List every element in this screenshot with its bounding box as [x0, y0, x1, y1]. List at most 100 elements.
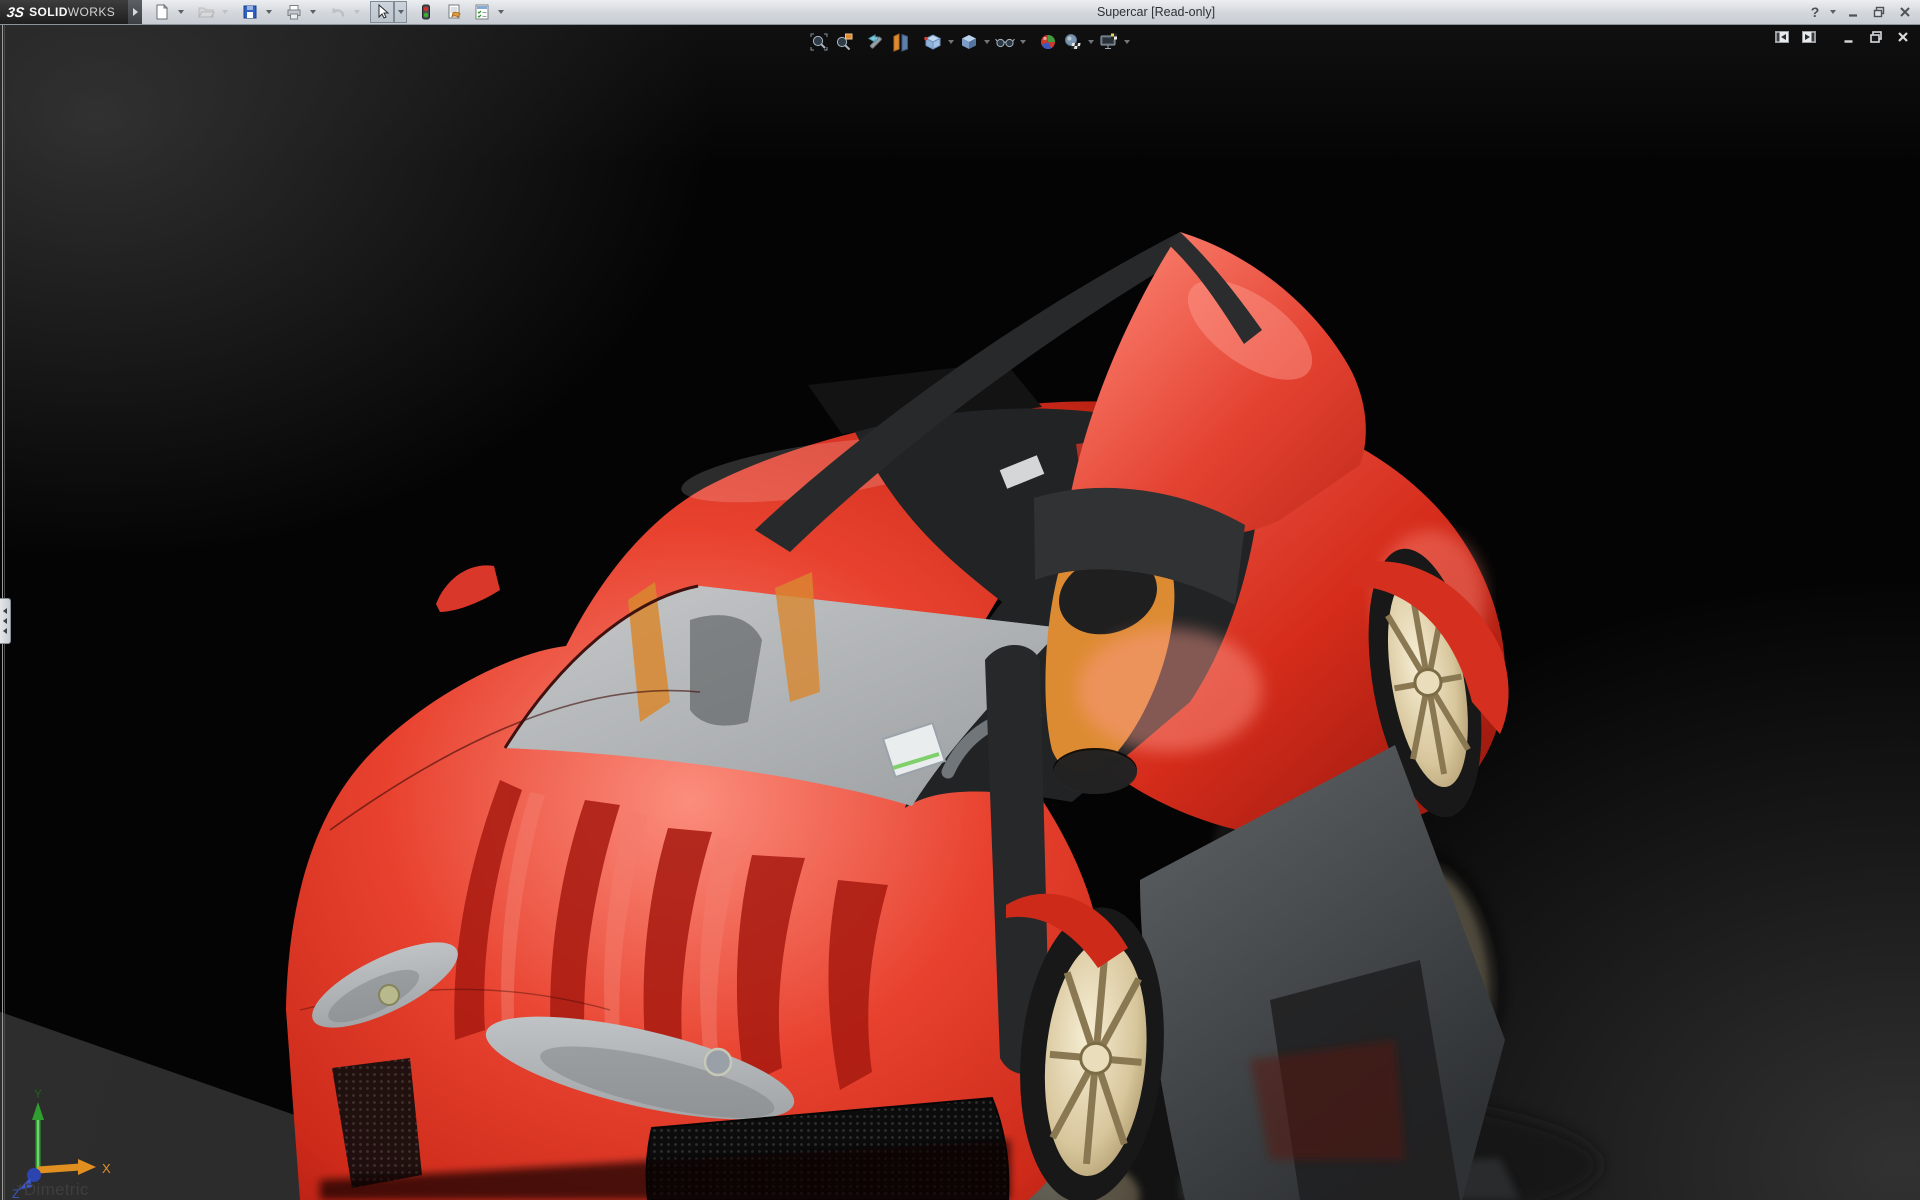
- headsup-view-toolbar: [806, 29, 1132, 54]
- restore-document-button[interactable]: [1867, 28, 1885, 46]
- options-dropdown[interactable]: [494, 1, 507, 23]
- close-document-button[interactable]: [1894, 28, 1912, 46]
- hide-show-items-dropdown[interactable]: [1017, 29, 1028, 54]
- chevron-left-icon: [3, 618, 7, 624]
- y-axis-arrow: [32, 1102, 44, 1120]
- view-settings-icon: [1099, 32, 1119, 52]
- x-axis-label: X: [102, 1161, 111, 1176]
- model-render-supercar: [0, 24, 1920, 1200]
- view-orientation-button[interactable]: [920, 29, 945, 54]
- brand-name-bold: SOLID: [29, 5, 68, 19]
- section-view-button[interactable]: [888, 29, 913, 54]
- help-icon: ?: [1811, 4, 1820, 20]
- chevron-down-icon: [984, 40, 990, 44]
- zoom-to-area-button[interactable]: [831, 29, 856, 54]
- view-orientation-dropdown[interactable]: [945, 29, 956, 54]
- chevron-down-icon: [222, 10, 228, 14]
- open-button[interactable]: [194, 1, 218, 23]
- open-folder-icon: [197, 3, 215, 21]
- options-checklist-icon: [473, 3, 491, 21]
- collapse-pane-left-icon: [1774, 29, 1790, 45]
- save-button[interactable]: [238, 1, 262, 23]
- apply-scene-dropdown[interactable]: [1085, 29, 1096, 54]
- window-controls: ?: [1808, 0, 1915, 24]
- previous-view-icon: [866, 32, 886, 52]
- x-axis-arrow: [78, 1159, 96, 1175]
- select-dropdown[interactable]: [394, 1, 407, 23]
- select-button[interactable]: [370, 1, 394, 23]
- view-orientation-label: *Dimetric: [17, 1180, 89, 1200]
- undo-dropdown[interactable]: [350, 1, 363, 23]
- save-floppy-icon: [241, 3, 259, 21]
- document-title: Supercar [Read-only]: [1097, 0, 1215, 24]
- chevron-down-icon: [1830, 10, 1836, 14]
- graphics-area[interactable]: Y X Z *Dimetric: [0, 24, 1920, 1200]
- chevron-down-icon: [948, 40, 954, 44]
- solidworks-logo: 3S SOLIDWORKS: [0, 0, 128, 24]
- apply-scene-button[interactable]: [1060, 29, 1085, 54]
- chevron-down-icon: [1020, 40, 1026, 44]
- display-style-button[interactable]: [956, 29, 981, 54]
- chevron-left-icon: [3, 608, 7, 614]
- open-dropdown[interactable]: [218, 1, 231, 23]
- minimize-document-button[interactable]: [1840, 28, 1858, 46]
- restore-icon: [1872, 5, 1886, 19]
- collapse-pane-left-button[interactable]: [1773, 28, 1791, 46]
- restore-button[interactable]: [1869, 2, 1889, 22]
- hide-show-items-icon: [995, 32, 1015, 52]
- close-document-icon: [1895, 29, 1911, 45]
- chevron-down-icon: [178, 10, 184, 14]
- minimize-button[interactable]: [1843, 2, 1863, 22]
- options-button[interactable]: [470, 1, 494, 23]
- minimize-document-icon: [1841, 29, 1857, 45]
- new-document-icon: [153, 3, 171, 21]
- view-settings-dropdown[interactable]: [1121, 29, 1132, 54]
- brand-name-light: WORKS: [68, 5, 115, 19]
- help-button[interactable]: ?: [1808, 2, 1822, 22]
- zoom-to-fit-button[interactable]: [806, 29, 831, 54]
- traffic-light-icon: [417, 3, 435, 21]
- hide-show-items-button[interactable]: [992, 29, 1017, 54]
- section-view-icon: [891, 32, 911, 52]
- zoom-to-area-icon: [834, 32, 854, 52]
- undo-arrow-icon: [329, 3, 347, 21]
- view-orientation-icon: [923, 32, 943, 52]
- 3ds-logo-icon: 3S: [6, 4, 25, 20]
- close-button[interactable]: [1895, 2, 1915, 22]
- file-properties-icon: [445, 3, 463, 21]
- previous-view-button[interactable]: [863, 29, 888, 54]
- chevron-down-icon: [498, 10, 504, 14]
- save-dropdown[interactable]: [262, 1, 275, 23]
- new-document-dropdown[interactable]: [174, 1, 187, 23]
- display-style-icon: [959, 32, 979, 52]
- print-dropdown[interactable]: [306, 1, 319, 23]
- apply-scene-icon: [1063, 32, 1083, 52]
- print-button[interactable]: [282, 1, 306, 23]
- chevron-down-icon: [1088, 40, 1094, 44]
- undo-button[interactable]: [326, 1, 350, 23]
- zoom-to-fit-icon: [809, 32, 829, 52]
- new-document-button[interactable]: [150, 1, 174, 23]
- chevron-down-icon: [1124, 40, 1130, 44]
- display-style-dropdown[interactable]: [981, 29, 992, 54]
- printer-icon: [285, 3, 303, 21]
- title-bar: 3S SOLIDWORKS: [0, 0, 1920, 25]
- view-settings-button[interactable]: [1096, 29, 1121, 54]
- chevron-down-icon: [398, 10, 404, 14]
- edit-appearance-button[interactable]: [1035, 29, 1060, 54]
- document-window-controls: [1773, 28, 1912, 46]
- standard-toolbar: [148, 0, 507, 24]
- chevron-right-icon: [133, 8, 138, 16]
- feature-manager-collapsed-tab[interactable]: [0, 598, 11, 644]
- close-icon: [1898, 5, 1912, 19]
- file-properties-button[interactable]: [442, 1, 466, 23]
- select-cursor-icon: [373, 3, 391, 21]
- collapse-pane-right-button[interactable]: [1800, 28, 1818, 46]
- edit-appearance-icon: [1038, 32, 1058, 52]
- menu-expander-button[interactable]: [128, 0, 142, 24]
- chevron-left-icon: [3, 628, 7, 634]
- rebuild-button[interactable]: [414, 1, 438, 23]
- solidworks-window: 3S SOLIDWORKS: [0, 0, 1920, 1200]
- collapse-pane-right-icon: [1801, 29, 1817, 45]
- help-dropdown[interactable]: [1828, 1, 1837, 23]
